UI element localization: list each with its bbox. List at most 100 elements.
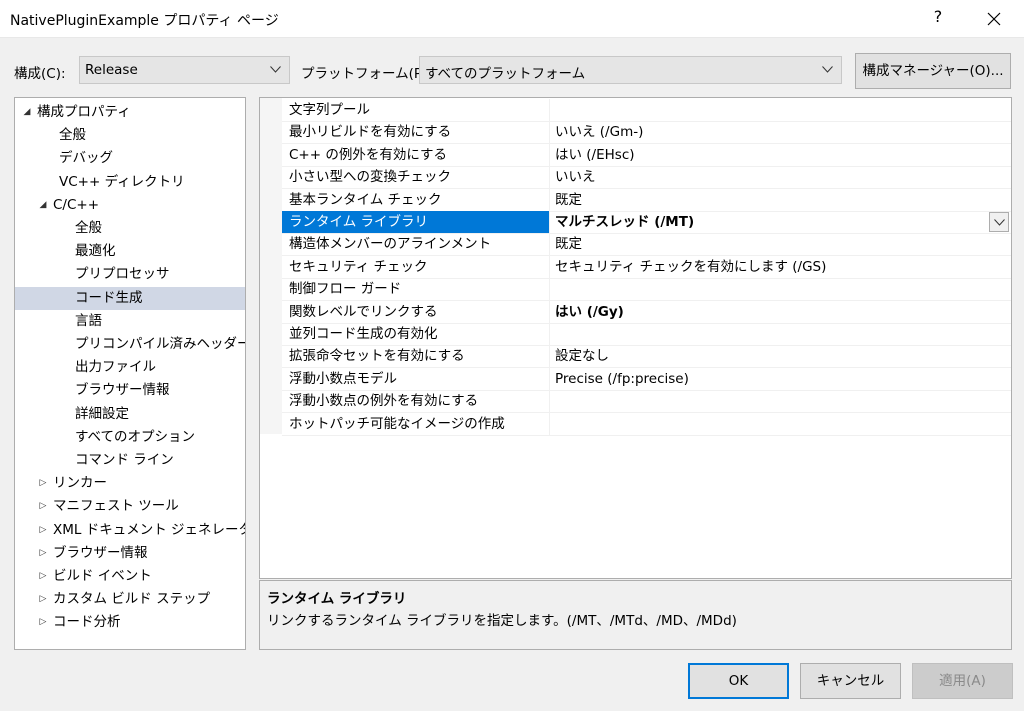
property-value[interactable]: セキュリティ チェックを有効にします (/GS) <box>551 256 1011 278</box>
property-row[interactable]: 小さい型への変換チェック いいえ <box>282 166 1011 190</box>
help-button[interactable]: ? <box>928 7 948 26</box>
tree-item-label: 全般 <box>59 127 86 144</box>
title-bar: NativePluginExample プロパティ ページ ? <box>0 0 1024 38</box>
apply-button[interactable]: 適用(A) <box>912 663 1013 699</box>
collapse-arrow-icon[interactable]: ◢ <box>37 194 49 217</box>
platform-combo[interactable]: すべてのプラットフォーム <box>419 56 842 84</box>
collapse-arrow-icon[interactable]: ◢ <box>21 101 33 124</box>
property-row[interactable]: 関数レベルでリンクする はい (/Gy) <box>282 300 1011 324</box>
expand-arrow-icon[interactable]: ▷ <box>37 542 49 565</box>
platform-value: すべてのプラットフォーム <box>425 66 586 82</box>
tree-item-label: ビルド イベント <box>53 568 152 584</box>
property-value[interactable]: 既定 <box>551 189 1011 211</box>
tree-item[interactable]: ▷ XML ドキュメント ジェネレーター <box>15 519 245 542</box>
tree-item[interactable]: 言語 <box>15 310 245 333</box>
tree-item[interactable]: コード生成 <box>15 286 245 310</box>
property-row[interactable]: セキュリティ チェック セキュリティ チェックを有効にします (/GS) <box>282 255 1011 279</box>
tree-item[interactable]: ◢ 構成プロパティ <box>15 101 245 124</box>
tree-item-label: コード分析 <box>53 614 121 631</box>
tree-item[interactable]: ブラウザー情報 <box>15 379 245 402</box>
property-row[interactable]: 浮動小数点モデル Precise (/fp:precise) <box>282 367 1011 391</box>
property-row[interactable]: 拡張命令セットを有効にする 設定なし <box>282 345 1011 369</box>
config-manager-button[interactable]: 構成マネージャー(O)... <box>855 53 1011 89</box>
property-value[interactable] <box>551 390 1011 412</box>
property-row[interactable]: 並列コード生成の有効化 <box>282 323 1011 346</box>
chevron-down-icon <box>270 66 281 73</box>
tree-item[interactable]: プリコンパイル済みヘッダー <box>15 333 245 356</box>
config-combo[interactable]: Release <box>79 56 290 84</box>
property-value[interactable] <box>551 413 1011 435</box>
property-name: 基本ランタイム チェック <box>282 188 550 211</box>
expand-arrow-icon[interactable]: ▷ <box>37 472 49 495</box>
tree-item[interactable]: VC++ ディレクトリ <box>15 171 245 194</box>
tree-item[interactable]: 詳細設定 <box>15 403 245 426</box>
property-row[interactable]: 浮動小数点の例外を有効にする <box>282 390 1011 414</box>
expand-arrow-icon[interactable]: ▷ <box>37 611 49 634</box>
property-row[interactable]: 最小リビルドを有効にする いいえ (/Gm-) <box>282 121 1011 145</box>
property-value[interactable]: はい (/EHsc) <box>551 144 1011 166</box>
tree-item[interactable]: ▷ コード分析 <box>15 611 245 634</box>
property-value[interactable]: 既定 <box>551 233 1011 255</box>
expand-arrow-icon[interactable]: ▷ <box>37 519 49 542</box>
property-row[interactable]: 構造体メンバーのアラインメント 既定 <box>282 233 1011 257</box>
tree-item-label: プリプロセッサ <box>75 266 170 283</box>
tree-item[interactable]: 全般 <box>15 217 245 240</box>
tree-item[interactable]: 最適化 <box>15 240 245 263</box>
tree-item[interactable]: プリプロセッサ <box>15 263 245 286</box>
tree-item[interactable]: ▷ リンカー <box>15 472 245 495</box>
ok-button[interactable]: OK <box>688 663 789 699</box>
tree-item-label: XML ドキュメント ジェネレーター <box>53 521 246 538</box>
property-row[interactable]: ランタイム ライブラリ マルチスレッド (/MT) <box>282 211 1011 234</box>
tree-item-label: カスタム ビルド ステップ <box>53 591 211 608</box>
cancel-button[interactable]: キャンセル <box>800 663 901 699</box>
expand-arrow-icon[interactable]: ▷ <box>37 588 49 611</box>
expand-arrow-icon[interactable]: ▷ <box>37 565 49 588</box>
tree-item[interactable]: 全般 <box>15 124 245 147</box>
tree-item[interactable]: ◢ C/C++ <box>15 194 245 217</box>
property-value[interactable] <box>551 99 1011 121</box>
property-value[interactable]: いいえ (/Gm-) <box>551 121 1011 143</box>
tree-item-label: コマンド ライン <box>75 452 174 468</box>
close-button[interactable] <box>970 2 1018 36</box>
property-row[interactable]: 制御フロー ガード <box>282 278 1011 302</box>
tree-item[interactable]: ▷ ビルド イベント <box>15 565 245 588</box>
config-label: 構成(C): <box>14 66 66 82</box>
property-value[interactable]: マルチスレッド (/MT) <box>551 211 1011 233</box>
platform-label: プラットフォーム(P): <box>301 66 432 82</box>
property-name: 最小リビルドを有効にする <box>282 121 550 144</box>
tree-item-label: コード生成 <box>75 289 143 306</box>
close-icon <box>987 12 1001 26</box>
tree-item[interactable]: コマンド ライン <box>15 449 245 472</box>
tree-item-label: プリコンパイル済みヘッダー <box>75 336 246 352</box>
property-name: 並列コード生成の有効化 <box>282 323 550 345</box>
tree-item[interactable]: すべてのオプション <box>15 426 245 449</box>
property-row[interactable]: 文字列プール <box>282 99 1011 122</box>
tree-item-label: ブラウザー情報 <box>75 382 170 399</box>
tree-item-label: 詳細設定 <box>75 405 129 422</box>
property-row[interactable]: ホットパッチ可能なイメージの作成 <box>282 412 1011 436</box>
property-name: ランタイム ライブラリ <box>282 211 550 233</box>
expand-arrow-icon[interactable]: ▷ <box>37 495 49 518</box>
value-dropdown-button[interactable] <box>989 212 1009 232</box>
property-value[interactable] <box>551 323 1011 345</box>
tree-item[interactable]: 出力ファイル <box>15 356 245 379</box>
window-title: NativePluginExample プロパティ ページ <box>10 13 279 29</box>
tree-item-label: 構成プロパティ <box>37 104 131 120</box>
tree-item-label: C/C++ <box>53 196 100 213</box>
tree-item[interactable]: デバッグ <box>15 147 245 170</box>
tree-item-label: すべてのオプション <box>75 428 196 445</box>
property-value[interactable]: はい (/Gy) <box>551 301 1011 323</box>
property-row[interactable]: 基本ランタイム チェック 既定 <box>282 188 1011 212</box>
property-name: 小さい型への変換チェック <box>282 166 550 189</box>
tree-item[interactable]: ▷ ブラウザー情報 <box>15 542 245 565</box>
property-value[interactable]: Precise (/fp:precise) <box>551 368 1011 390</box>
description-panel: ランタイム ライブラリ リンクするランタイム ライブラリを指定します。(/MT、… <box>259 580 1012 650</box>
tree-item-label: 出力ファイル <box>75 359 156 376</box>
property-value[interactable]: いいえ <box>551 166 1011 188</box>
tree-item[interactable]: ▷ カスタム ビルド ステップ <box>15 588 245 611</box>
property-value[interactable] <box>551 278 1011 300</box>
tree-item[interactable]: ▷ マニフェスト ツール <box>15 495 245 518</box>
description-title: ランタイム ライブラリ <box>267 591 407 607</box>
property-value[interactable]: 設定なし <box>551 345 1011 367</box>
property-row[interactable]: C++ の例外を有効にする はい (/EHsc) <box>282 143 1011 167</box>
